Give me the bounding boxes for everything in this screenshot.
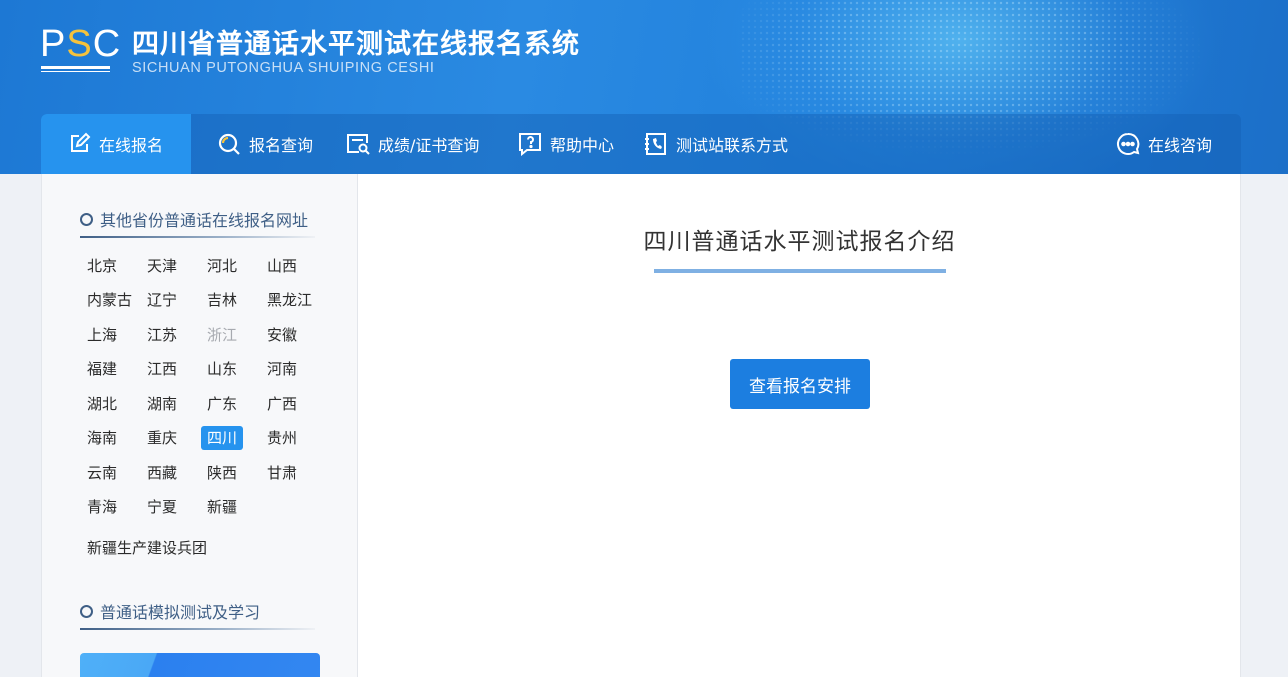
province-link[interactable]: 北京: [81, 254, 123, 278]
province-link[interactable]: 青海: [81, 495, 123, 519]
site-title: 四川省普通话水平测试在线报名系统: [132, 29, 580, 60]
province-link[interactable]: 天津: [141, 254, 183, 278]
province-link[interactable]: 四川: [201, 426, 244, 450]
section-divider: [80, 628, 315, 630]
chat-icon: [1117, 132, 1140, 155]
circle-bullet-icon: [80, 212, 93, 226]
psc-logo: PSC: [40, 23, 122, 76]
province-link[interactable]: 湖南: [141, 392, 183, 416]
main-content: 四川普通话水平测试报名介绍 查看报名安排: [358, 174, 1241, 677]
nav-label: 成绩/证书查询: [378, 136, 480, 155]
nav-online-consult[interactable]: 在线咨询: [1116, 114, 1212, 174]
phone-book-icon: [645, 133, 666, 155]
view-schedule-button[interactable]: 查看报名安排: [730, 359, 870, 409]
province-link[interactable]: 河南: [261, 357, 303, 381]
province-link[interactable]: 广西: [261, 392, 303, 416]
province-link[interactable]: 宁夏: [141, 495, 183, 519]
help-icon: [519, 133, 541, 156]
section-title-text: 普通话模拟测试及学习: [100, 603, 261, 622]
province-link[interactable]: 江苏: [141, 323, 183, 347]
province-link[interactable]: 海南: [81, 426, 123, 450]
site-header: PSC 四川省普通话水平测试在线报名系统 SICHUAN PUTONGHUA S…: [0, 0, 1288, 174]
province-link[interactable]: 湖北: [81, 392, 123, 416]
province-link[interactable]: 江西: [141, 357, 183, 381]
nav-label: 测试站联系方式: [676, 136, 789, 155]
province-link[interactable]: 山西: [261, 254, 303, 278]
province-link[interactable]: 河北: [201, 254, 243, 278]
province-link[interactable]: 上海: [81, 323, 123, 347]
nav-help-center[interactable]: 帮助中心: [518, 114, 614, 174]
title-underline: [654, 269, 946, 273]
province-link[interactable]: 吉林: [201, 288, 243, 312]
nav-registration-query[interactable]: 报名查询: [217, 114, 313, 174]
logo-letters: PSC: [40, 23, 122, 65]
province-link[interactable]: 黑龙江: [261, 288, 318, 312]
province-link[interactable]: 内蒙古: [81, 288, 138, 312]
main-nav: 在线报名 报名查询 成绩/证书查询 帮助中心 测试站联系方式 在线咨询: [41, 114, 1241, 174]
province-link[interactable]: 广东: [201, 392, 243, 416]
search-icon: [218, 133, 240, 155]
province-link[interactable]: 重庆: [141, 426, 183, 450]
nav-label: 在线咨询: [1148, 136, 1213, 155]
certificate-search-icon: [347, 134, 370, 155]
section-divider: [80, 236, 315, 238]
logo-bar-gap: [41, 69, 110, 71]
province-link[interactable]: 西藏: [141, 461, 183, 485]
province-link[interactable]: 云南: [81, 461, 123, 485]
province-link[interactable]: 贵州: [261, 426, 303, 450]
nav-label: 报名查询: [249, 136, 314, 155]
sidebar: 其他省份普通话在线报名网址 北京 天津 河北 山西内蒙古 辽宁 吉林 黑龙江上海 江苏 浙江 安徽…: [41, 174, 358, 677]
province-link[interactable]: 新疆: [201, 495, 243, 519]
province-link[interactable]: 陕西: [201, 461, 243, 485]
nav-score-certificate-query[interactable]: 成绩/证书查询: [346, 114, 479, 174]
province-link[interactable]: 安徽: [261, 323, 303, 347]
province-link[interactable]: 福建: [81, 357, 123, 381]
provinces-section-title: 其他省份普通话在线报名网址: [80, 207, 308, 231]
province-link-xinjiang-corps[interactable]: 新疆生产建设兵团: [81, 536, 213, 560]
edit-icon: [71, 132, 91, 152]
practice-section-title: 普通话模拟测试及学习: [80, 599, 260, 623]
province-link[interactable]: 山东: [201, 357, 243, 381]
site-subtitle: SICHUAN PUTONGHUA SHUIPING CESHI: [132, 60, 435, 76]
nav-online-registration[interactable]: 在线报名: [41, 114, 191, 174]
nav-test-station-contact[interactable]: 测试站联系方式: [644, 114, 788, 174]
circle-bullet-icon: [80, 604, 93, 618]
nav-label: 在线报名: [99, 136, 164, 155]
province-link[interactable]: 浙江: [201, 323, 243, 347]
province-link[interactable]: 甘肃: [261, 461, 303, 485]
section-title-text: 其他省份普通话在线报名网址: [100, 211, 309, 230]
province-link[interactable]: 辽宁: [141, 288, 183, 312]
nav-label: 帮助中心: [550, 136, 615, 155]
page-title: 四川普通话水平测试报名介绍: [643, 229, 956, 255]
practice-promo-banner[interactable]: [80, 653, 320, 677]
